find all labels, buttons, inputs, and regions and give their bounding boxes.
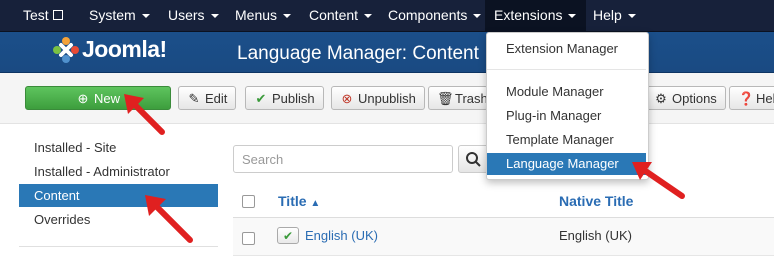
menu-item-template-manager[interactable]: Template Manager [487,129,646,151]
unpublish-button-label: Unpublish [358,91,416,106]
edit-button[interactable]: ✎ Edit [178,86,237,110]
joomla-logo[interactable]: Joomla! [82,36,167,63]
caret-down-icon [210,14,219,19]
check-icon: ✔ [282,229,294,243]
nav-system-label: System [89,7,136,23]
nav-components-label: Components [388,7,468,23]
nav-extensions[interactable]: Extensions [485,0,587,31]
times-circle-icon: ⊗ [341,91,353,106]
nav-users[interactable]: Users [168,0,219,31]
column-native-title-header[interactable]: Native Title [559,193,633,209]
menu-item-language-manager[interactable]: Language Manager [487,153,646,175]
trash-button[interactable]: 🗑Trash [428,86,488,110]
publish-button[interactable]: ✔ Publish [245,86,324,110]
question-circle-icon: ❓ [738,91,755,106]
site-link[interactable]: Test [23,0,63,31]
caret-down-icon [283,14,292,19]
caret-down-icon [473,14,482,19]
help-button-label: Help [756,91,774,106]
dropdown-divider [487,69,646,70]
site-link-label: Test [23,7,49,23]
plus-circle-icon: ⊕ [77,91,89,106]
new-button[interactable]: ⊕ New [25,86,171,110]
menu-item-plugin-manager[interactable]: Plug-in Manager [487,105,646,127]
search-icon [466,152,481,167]
search-input[interactable] [233,145,453,173]
nav-menus[interactable]: Menus [235,0,292,31]
new-button-label: New [93,91,120,106]
caret-down-icon [568,14,577,19]
unpublish-button[interactable]: ⊗ Unpublish [331,86,425,110]
nav-help-label: Help [593,7,622,23]
nav-components[interactable]: Components [388,0,482,31]
nav-content-label: Content [309,7,359,23]
sidebar-item-overrides[interactable]: Overrides [19,208,218,231]
trash-button-label: Trash [455,91,488,106]
select-all-checkbox[interactable] [242,195,255,208]
publish-button-label: Publish [272,91,315,106]
edit-icon: ✎ [188,91,200,106]
sidebar-item-content[interactable]: Content [19,184,218,207]
sidebar-item-installed-site[interactable]: Installed - Site [19,136,218,159]
options-button-label: Options [672,91,717,106]
caret-down-icon [364,14,373,19]
options-button[interactable]: ⚙ Options [645,86,726,110]
sort-asc-icon: ▲ [310,198,321,209]
trash-icon: 🗑 [437,91,454,106]
published-status-button[interactable]: ✔ [277,227,299,244]
menu-item-extension-manager[interactable]: Extension Manager [487,38,646,60]
sidebar-divider [19,246,218,247]
help-button[interactable]: ❓Help [729,86,774,110]
nav-users-label: Users [168,7,205,23]
caret-down-icon [141,14,150,19]
menu-item-module-manager[interactable]: Module Manager [487,81,646,103]
gear-icon: ⚙ [655,91,667,106]
top-navbar: Test System Users Menus Content Componen… [0,0,774,32]
row-native-title: English (UK) [559,228,632,243]
column-title-label: Title [278,193,307,209]
nav-menus-label: Menus [235,7,278,23]
row-checkbox[interactable] [242,232,255,245]
page-title: Language Manager: Content [237,43,479,64]
row-title-link[interactable]: English (UK) [305,228,378,243]
nav-system[interactable]: System [89,0,150,31]
sidebar-item-installed-administrator[interactable]: Installed - Administrator [19,160,218,183]
column-title-header[interactable]: Title ▲ [278,193,320,209]
nav-extensions-label: Extensions [494,7,563,23]
check-icon: ✔ [255,91,267,106]
edit-button-label: Edit [205,91,228,106]
nav-help[interactable]: Help [593,0,636,31]
external-link-icon [52,10,63,21]
nav-content[interactable]: Content [309,0,373,31]
caret-down-icon [627,14,636,19]
joomla-logo-icon [53,37,79,63]
